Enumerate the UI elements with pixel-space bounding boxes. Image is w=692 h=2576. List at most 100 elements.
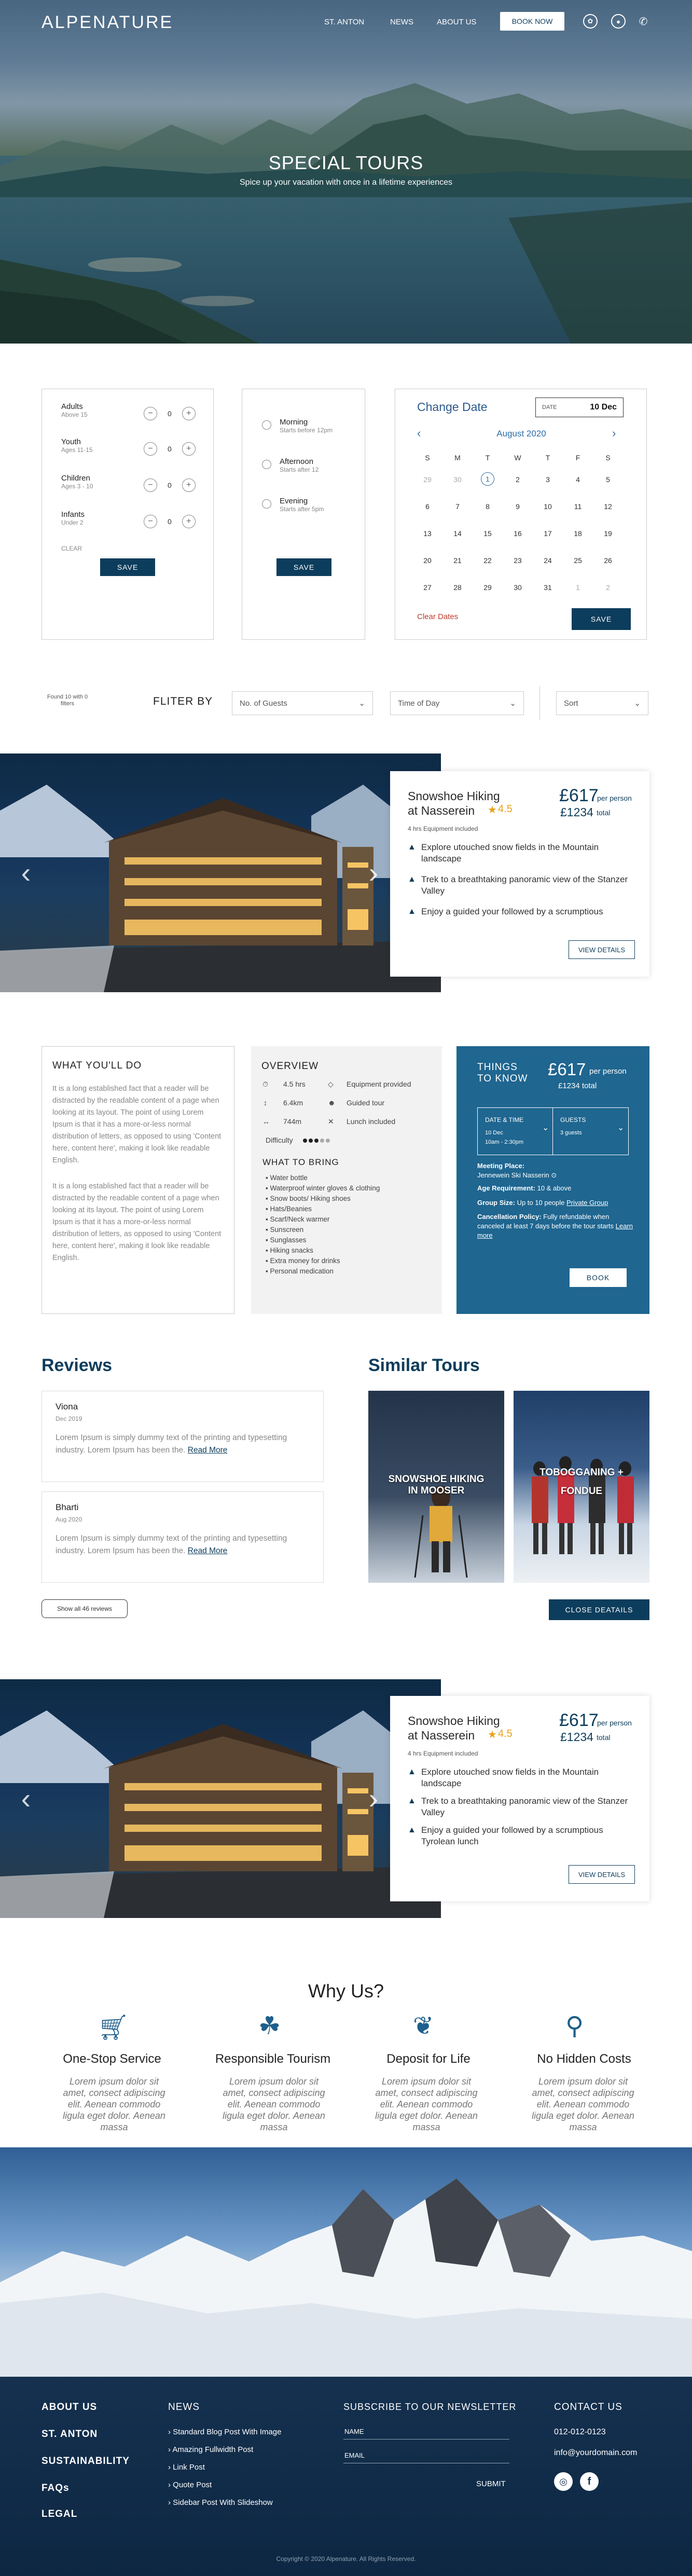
calendar-day[interactable]: 7 xyxy=(447,502,468,511)
calendar-day[interactable]: 26 xyxy=(598,556,618,565)
view-details-button[interactable]: VIEW DETAILS xyxy=(569,940,635,959)
next-slide-icon[interactable]: › xyxy=(363,1783,384,1814)
calendar-day[interactable]: 1 xyxy=(481,472,494,486)
news-link[interactable]: › Amazing Fullwidth Post xyxy=(168,2445,253,2454)
calendar-day[interactable]: 5 xyxy=(598,475,618,484)
news-link[interactable]: › Standard Blog Post With Image xyxy=(168,2428,281,2436)
email-field[interactable]: EMAIL xyxy=(344,2451,365,2459)
settings-icon[interactable]: ✿ xyxy=(583,14,598,29)
footer-link[interactable]: LEGAL xyxy=(41,2509,77,2520)
calendar-day[interactable]: 2 xyxy=(598,583,618,592)
radio-morning[interactable] xyxy=(262,420,271,430)
calendar-day[interactable]: 2 xyxy=(507,475,528,484)
book-now-button[interactable]: BOOK NOW xyxy=(500,12,564,31)
name-field[interactable]: NAME xyxy=(344,2428,364,2435)
similar-tour-card[interactable]: TOBOGGANING + FONDUE xyxy=(514,1391,649,1583)
calendar-day[interactable]: 19 xyxy=(598,529,618,538)
time-filter-select[interactable]: Time of Day ⌄ xyxy=(390,691,524,715)
calendar-day[interactable]: 21 xyxy=(447,556,468,565)
radio-afternoon[interactable] xyxy=(262,460,271,469)
contact-email[interactable]: info@yourdomain.com xyxy=(554,2448,637,2458)
minus-icon[interactable]: − xyxy=(144,478,157,492)
calendar-day[interactable]: 30 xyxy=(507,583,528,592)
next-slide-icon[interactable]: › xyxy=(363,857,384,888)
calendar-day[interactable]: 29 xyxy=(417,475,438,484)
calendar-day[interactable]: 8 xyxy=(477,502,498,511)
footer-link[interactable]: ST. ANTON xyxy=(41,2429,98,2440)
calendar-day[interactable]: 27 xyxy=(417,583,438,592)
clear-dates-link[interactable]: Clear Dates xyxy=(417,612,458,621)
phone-icon[interactable]: ✆ xyxy=(636,14,651,29)
show-all-reviews-button[interactable]: Show all 46 reviews xyxy=(41,1599,128,1618)
similar-tour-card[interactable]: SNOWSHOE HIKING IN MOOSER xyxy=(368,1391,504,1583)
calendar-day[interactable]: 6 xyxy=(417,502,438,511)
calendar-day[interactable]: 16 xyxy=(507,529,528,538)
guests-filter-select[interactable]: No. of Guests ⌄ xyxy=(232,691,373,715)
close-details-button[interactable]: CLOSE DEATAILS xyxy=(549,1599,649,1620)
save-guests-button[interactable]: SAVE xyxy=(100,558,155,576)
radio-evening[interactable] xyxy=(262,499,271,509)
save-time-button[interactable]: SAVE xyxy=(276,558,331,576)
calendar-day[interactable]: 18 xyxy=(568,529,588,538)
plus-icon[interactable]: + xyxy=(182,407,196,420)
calendar-day[interactable]: 17 xyxy=(537,529,558,538)
plus-icon[interactable]: + xyxy=(182,478,196,492)
calendar-day[interactable]: 24 xyxy=(537,556,558,565)
calendar-day[interactable]: 11 xyxy=(568,502,588,511)
logo[interactable]: ALPENATURE xyxy=(41,12,173,33)
minus-icon[interactable]: − xyxy=(144,515,157,528)
date-time-field[interactable]: DATE & TIME 10 Dec 10am - 2:30pm ⌄ xyxy=(478,1108,553,1155)
calendar-day[interactable]: 28 xyxy=(447,583,468,592)
read-more-link[interactable]: Read More xyxy=(188,1446,228,1455)
infants-count: 0 xyxy=(168,517,172,526)
calendar-day[interactable]: 10 xyxy=(537,502,558,511)
save-date-button[interactable]: SAVE xyxy=(572,608,631,630)
calendar-day[interactable]: 29 xyxy=(477,583,498,592)
calendar-day[interactable]: 22 xyxy=(477,556,498,565)
bullet-icon: ▪ xyxy=(266,1257,270,1265)
calendar-day[interactable]: 12 xyxy=(598,502,618,511)
calendar-day[interactable]: 9 xyxy=(507,502,528,511)
plus-icon[interactable]: + xyxy=(182,442,196,456)
news-link[interactable]: › Link Post xyxy=(168,2463,205,2472)
plus-icon[interactable]: + xyxy=(182,515,196,528)
calendar-day[interactable]: 14 xyxy=(447,529,468,538)
calendar-day[interactable]: 4 xyxy=(568,475,588,484)
private-group-link[interactable]: Private Group xyxy=(566,1199,608,1207)
calendar-day[interactable]: 31 xyxy=(537,583,558,592)
guests-field[interactable]: GUESTS 3 guests ⌄ xyxy=(553,1108,628,1155)
minus-icon[interactable]: − xyxy=(144,407,157,420)
prev-slide-icon[interactable]: ‹ xyxy=(16,857,36,888)
next-month-icon[interactable]: › xyxy=(612,427,616,440)
user-icon[interactable]: ● xyxy=(611,14,626,29)
calendar-day[interactable]: 15 xyxy=(477,529,498,538)
prev-slide-icon[interactable]: ‹ xyxy=(16,1783,36,1814)
calendar-day[interactable]: 13 xyxy=(417,529,438,538)
view-details-button[interactable]: VIEW DETAILS xyxy=(569,1865,635,1884)
contact-phone[interactable]: 012-012-0123 xyxy=(554,2428,606,2437)
calendar-day[interactable]: 1 xyxy=(568,583,588,592)
news-link[interactable]: › Quote Post xyxy=(168,2481,212,2489)
footer-link[interactable]: ABOUT US xyxy=(41,2402,97,2413)
nav-news[interactable]: NEWS xyxy=(390,18,413,26)
book-button[interactable]: BOOK xyxy=(570,1268,627,1287)
minus-icon[interactable]: − xyxy=(144,442,157,456)
calendar-day[interactable]: 3 xyxy=(537,475,558,484)
date-field[interactable]: DATE 10 Dec xyxy=(535,398,624,417)
news-link[interactable]: › Sidebar Post With Slideshow xyxy=(168,2498,273,2507)
nav-st-anton[interactable]: ST. ANTON xyxy=(324,18,364,26)
calendar-day[interactable]: 30 xyxy=(447,475,468,484)
nav-about-us[interactable]: ABOUT US xyxy=(437,18,476,26)
read-more-link[interactable]: Read More xyxy=(188,1546,228,1555)
submit-button[interactable]: SUBMIT xyxy=(476,2479,506,2488)
footer-link[interactable]: SUSTAINABILITY xyxy=(41,2456,130,2467)
footer-link[interactable]: FAQs xyxy=(41,2483,70,2494)
calendar-day[interactable]: 20 xyxy=(417,556,438,565)
sort-select[interactable]: Sort ⌄ xyxy=(556,691,648,715)
clear-guests-link[interactable]: CLEAR xyxy=(61,545,82,552)
facebook-icon[interactable]: f xyxy=(580,2472,599,2491)
calendar-day[interactable]: 25 xyxy=(568,556,588,565)
bullet-icon: ▪ xyxy=(266,1184,270,1192)
calendar-day[interactable]: 23 xyxy=(507,556,528,565)
instagram-icon[interactable]: ◎ xyxy=(554,2472,573,2491)
